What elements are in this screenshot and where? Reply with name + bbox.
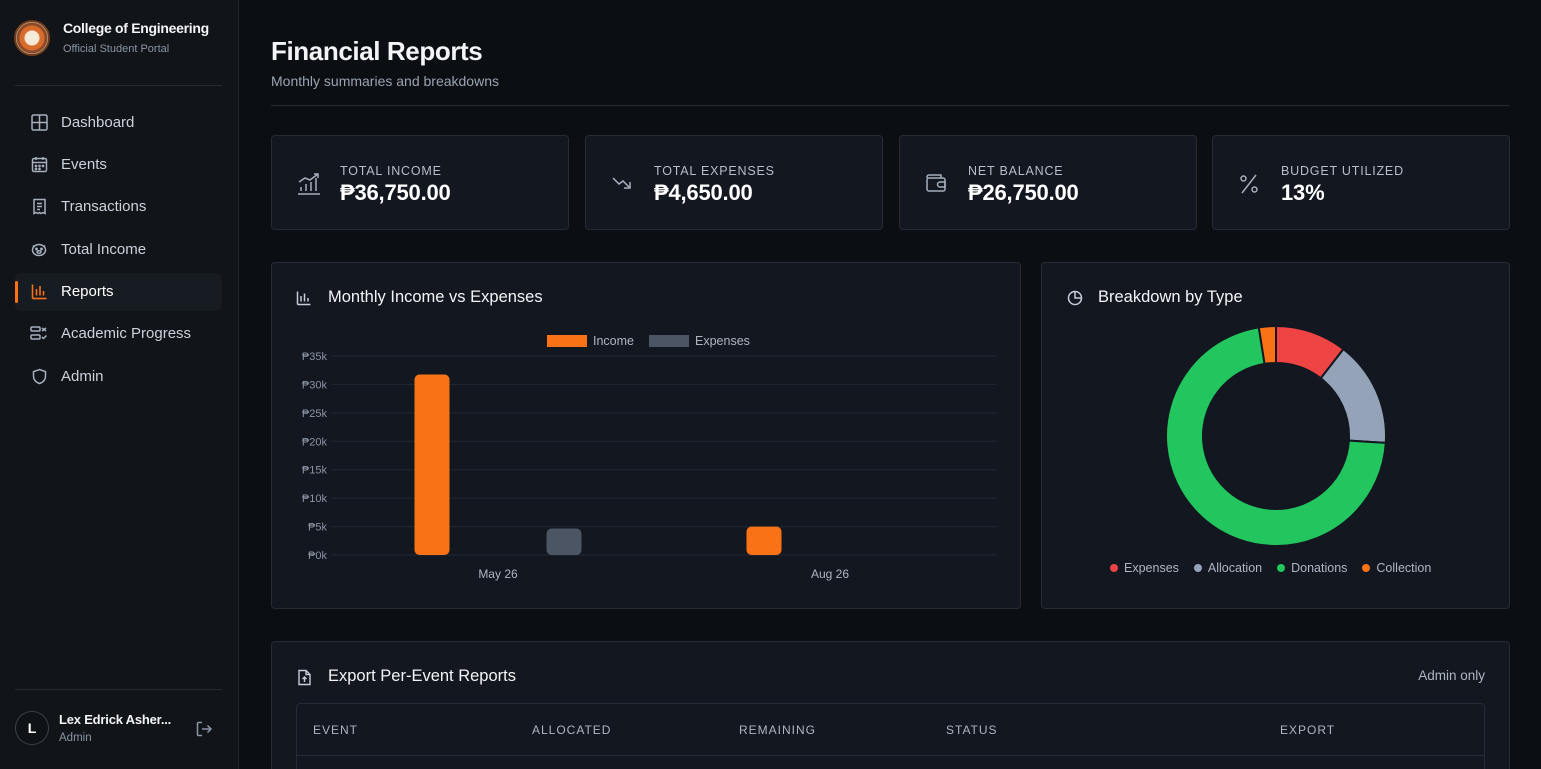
college-logo (14, 20, 50, 56)
x-tick-label: Aug 26 (811, 567, 849, 581)
sidebar: College of Engineering Official Student … (0, 0, 239, 769)
shield-icon (30, 367, 48, 385)
user-role: Admin (59, 732, 92, 744)
receipt-icon (30, 198, 48, 216)
user-profile: L Lex Edrick Asher... Admin (15, 711, 222, 745)
file-export-icon (297, 669, 312, 691)
bar-expenses-may-26[interactable] (546, 528, 582, 555)
export-panel: Export Per-Event Reports Admin only EVEN… (271, 641, 1510, 769)
y-tick-label: ₱0k (308, 550, 327, 562)
sidebar-nav: Dashboard Events Transactions Total Inco… (15, 103, 222, 400)
sidebar-item-academic-progress[interactable]: Academic Progress (15, 315, 222, 353)
y-tick-label: ₱20k (302, 436, 328, 448)
events-table: EVENT ALLOCATED REMAINING STATUS EXPORT (296, 703, 1485, 769)
sidebar-item-label: Total Income (61, 240, 147, 258)
trending-down-icon (610, 172, 634, 199)
sidebar-item-label: Transactions (61, 198, 147, 216)
legend-item-collection[interactable]: Collection (1362, 561, 1431, 575)
legend-dot (1277, 564, 1286, 572)
stat-card-total-expenses: TOTAL EXPENSES ₱4,650.00 (585, 135, 883, 230)
page-subtitle: Monthly summaries and breakdowns (271, 73, 499, 89)
legend-item-expenses[interactable]: Expenses (1110, 561, 1179, 575)
legend-label: Allocation (1207, 561, 1263, 575)
legend-label: Collection (1376, 561, 1432, 575)
y-tick-label: ₱5k (308, 522, 327, 534)
legend-label: Expenses (1124, 561, 1179, 575)
trend-bars-icon (296, 172, 322, 201)
stat-card-budget-utilized: BUDGET UTILIZED 13% (1212, 135, 1510, 230)
avatar[interactable]: L (15, 711, 49, 745)
user-name: Lex Edrick Asher... (59, 712, 172, 727)
stat-card-net-balance: NET BALANCE ₱26,750.00 (899, 135, 1197, 230)
sidebar-item-label: Reports (61, 283, 114, 301)
y-tick-label: ₱15k (302, 465, 328, 477)
bar-income-may-26[interactable] (414, 374, 450, 555)
panel-title: Export Per-Event Reports (328, 667, 516, 685)
sidebar-item-label: Events (61, 155, 107, 173)
page-title: Financial Reports (271, 36, 483, 66)
sidebar-item-dashboard[interactable]: Dashboard (15, 103, 222, 141)
legend-dot (1110, 564, 1118, 572)
admin-only-badge: Admin only (1418, 668, 1485, 683)
donut-legend: Expenses Allocation Donations Collection (1110, 561, 1446, 575)
stat-value: 13% (1281, 180, 1325, 205)
bar-chart: ₱0k ₱5k ₱10k ₱15k ₱20k ₱25k ₱30k ₱35k May 26 Aug … (302, 351, 996, 581)
y-tick-label: ₱10k (302, 493, 328, 505)
sidebar-divider (15, 85, 222, 86)
percent-icon (1237, 172, 1261, 201)
legend-item-allocation[interactable]: Allocation (1193, 561, 1263, 575)
y-tick-label: ₱25k (302, 408, 328, 420)
brand-subtitle: Official Student Portal (63, 43, 170, 55)
stat-label: TOTAL EXPENSES (654, 164, 775, 178)
stat-value: ₱36,750.00 (340, 180, 451, 205)
table-header: EVENT ALLOCATED REMAINING STATUS EXPORT (297, 704, 1484, 756)
sidebar-item-events[interactable]: Events (15, 145, 222, 183)
legend-item-donations[interactable]: Donations (1277, 561, 1347, 575)
grid-icon (30, 113, 48, 131)
brand-title: College of Engineering (63, 20, 209, 36)
sidebar-item-admin[interactable]: Admin (15, 357, 222, 395)
stat-label: TOTAL INCOME (340, 164, 442, 178)
y-tick-label: ₱35k (302, 351, 328, 363)
breakdown-panel: Breakdown by Type Expenses Allocation Do… (1041, 262, 1510, 609)
piggy-bank-icon (30, 240, 48, 258)
monthly-chart-panel: Monthly Income vs Expenses Income Expens… (271, 262, 1021, 609)
column-header-status[interactable]: STATUS (946, 723, 998, 737)
y-tick-label: ₱30k (302, 379, 328, 391)
legend-dot (1362, 564, 1371, 572)
wallet-icon (924, 172, 948, 199)
stat-card-total-income: TOTAL INCOME ₱36,750.00 (271, 135, 569, 230)
logout-icon[interactable] (195, 720, 213, 743)
stat-label: BUDGET UTILIZED (1281, 164, 1404, 178)
bar-chart-icon (30, 283, 48, 301)
column-header-event[interactable]: EVENT (313, 723, 358, 737)
bar-income-aug-26[interactable] (746, 526, 782, 555)
sidebar-item-label: Admin (61, 367, 104, 385)
donut-chart (1165, 324, 1387, 547)
header-divider (271, 105, 1510, 106)
sidebar-item-transactions[interactable]: Transactions (15, 188, 222, 226)
stat-value: ₱26,750.00 (968, 180, 1079, 205)
sidebar-item-label: Academic Progress (61, 325, 192, 343)
stat-label: NET BALANCE (968, 164, 1064, 178)
sidebar-item-total-income[interactable]: Total Income (15, 230, 222, 268)
column-header-remaining[interactable]: REMAINING (739, 723, 816, 737)
column-header-export[interactable]: EXPORT (1280, 723, 1335, 737)
brand[interactable]: College of Engineering Official Student … (14, 20, 209, 56)
x-tick-label: May 26 (478, 567, 518, 581)
legend-dot (1193, 564, 1202, 572)
sidebar-item-label: Dashboard (61, 113, 135, 131)
progress-list-icon (30, 325, 48, 343)
legend-label: Donations (1291, 561, 1348, 575)
calendar-icon (30, 155, 48, 173)
column-header-allocated[interactable]: ALLOCATED (532, 723, 611, 737)
sidebar-item-reports[interactable]: Reports (15, 272, 222, 311)
stat-value: ₱4,650.00 (654, 180, 753, 205)
sidebar-divider (15, 689, 222, 690)
